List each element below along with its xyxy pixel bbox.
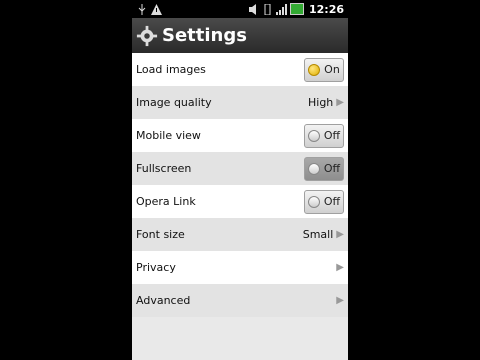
setting-privacy[interactable]: Privacy ▶ (132, 251, 348, 284)
title-bar: Settings (132, 18, 348, 53)
setting-label: Font size (136, 228, 185, 241)
setting-label: Opera Link (136, 195, 196, 208)
chevron-right-icon: ▶ (336, 229, 344, 240)
fullscreen-toggle[interactable]: Off (304, 156, 344, 181)
settings-list: Load images On Image quality High ▶ Mobi… (132, 53, 348, 317)
setting-label: Advanced (136, 294, 191, 307)
setting-image-quality[interactable]: Image quality High ▶ (132, 86, 348, 119)
setting-opera-link[interactable]: Opera Link Off (132, 185, 348, 218)
setting-label: Load images (136, 63, 206, 76)
signal-icon (275, 3, 287, 15)
gear-icon (136, 25, 158, 46)
radio-dot-icon (307, 129, 320, 142)
opera-link-toggle[interactable]: Off (304, 189, 344, 214)
setting-fullscreen[interactable]: Fullscreen Off (132, 152, 348, 185)
chevron-right-icon: ▶ (336, 97, 344, 108)
setting-label: Fullscreen (136, 162, 192, 175)
battery-icon (289, 3, 304, 15)
status-clock: 12:26 (308, 2, 344, 16)
radio-dot-icon (307, 162, 320, 175)
mute-icon (248, 3, 259, 15)
mobile-view-toggle[interactable]: Off (304, 123, 344, 148)
chevron-right-icon: ▶ (336, 295, 344, 306)
setting-label: Image quality (136, 96, 212, 109)
setting-value: Small (302, 228, 334, 241)
setting-label: Privacy (136, 261, 176, 274)
chevron-right-icon: ▶ (336, 262, 344, 273)
vibrate-icon (262, 3, 273, 15)
toggle-value: On (324, 63, 340, 76)
load-images-toggle[interactable]: On (304, 57, 344, 82)
phone-screen: 12:26 Settings Load images On Image qual… (132, 0, 348, 360)
toggle-value: Off (323, 129, 341, 142)
setting-font-size[interactable]: Font size Small ▶ (132, 218, 348, 251)
toggle-value: Off (323, 195, 341, 208)
setting-label: Mobile view (136, 129, 201, 142)
page-title: Settings (162, 25, 247, 46)
setting-advanced[interactable]: Advanced ▶ (132, 284, 348, 317)
warning-icon (151, 3, 162, 15)
setting-mobile-view[interactable]: Mobile view Off (132, 119, 348, 152)
usb-icon (136, 3, 147, 15)
status-bar: 12:26 (132, 0, 348, 18)
setting-value: High (308, 96, 334, 109)
radio-dot-icon (307, 195, 320, 208)
radio-dot-icon (308, 63, 321, 76)
setting-load-images[interactable]: Load images On (132, 53, 348, 86)
toggle-value: Off (323, 162, 341, 175)
